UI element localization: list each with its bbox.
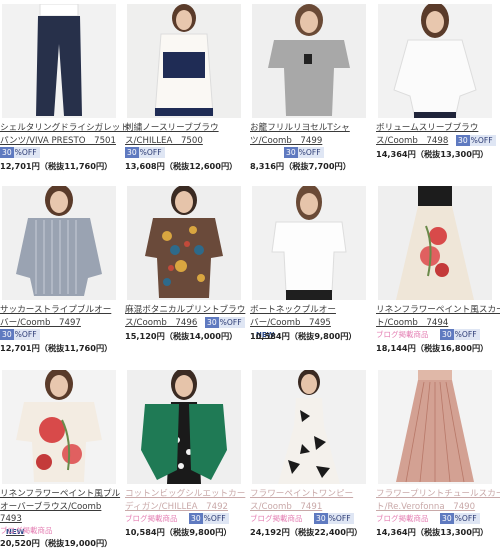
model-photo-flower-dress: [252, 370, 366, 484]
blog-featured-label: ブログ掲載商品: [376, 330, 429, 339]
product-title[interactable]: お籠フリルリヨセルTシャ ツ/Coomb 7499: [250, 122, 374, 147]
model-photo-cardigan: [127, 370, 241, 484]
product-title[interactable]: サッカーストライプブルオー バー/Coomb 7497: [0, 304, 124, 329]
product-image[interactable]: [378, 370, 492, 484]
tag-row: ブログ掲載商品: [0, 525, 124, 536]
discount-row: 30 %OFF: [205, 317, 249, 328]
product-title[interactable]: フラワープリントチュールスカー ト/Re.Verofonna 7490: [376, 488, 500, 513]
product-title[interactable]: リネンフラワーペイント風スカー ト/Coomb 7494: [376, 304, 500, 329]
product-image[interactable]: [252, 370, 366, 484]
discount-badge: 30 %OFF: [189, 513, 229, 524]
blog-featured-label: ブログ掲載商品: [376, 514, 429, 523]
product-title[interactable]: シェルタリングドライシガレット パンツ/VIVA PRESTO 7501: [0, 122, 129, 147]
discount-badge: 30 %OFF: [284, 147, 324, 158]
product-image[interactable]: [2, 186, 116, 300]
model-photo-blouse: [127, 4, 241, 118]
model-photo-pants: [2, 4, 116, 118]
discount-row: 30 %OFF: [456, 135, 500, 146]
product-price: 24,192円（税抜22,400円）: [250, 527, 363, 537]
discount-row: ブログ掲載商品 30 %OFF: [376, 513, 500, 524]
discount-row: 30 %OFF: [0, 147, 124, 158]
discount-badge: 30 %OFF: [125, 147, 165, 158]
product-image[interactable]: [252, 4, 366, 118]
model-photo-stripe-pullover: [2, 186, 116, 300]
product-image[interactable]: [127, 4, 241, 118]
discount-row: ブログ掲載商品 30 %OFF: [125, 513, 249, 524]
product-price: 13,608円（税抜12,600円）: [125, 161, 238, 171]
product-image[interactable]: [378, 186, 492, 300]
blog-featured-label: ブログ掲載商品: [0, 526, 53, 535]
discount-badge: 30 %OFF: [0, 147, 40, 158]
blog-featured-label: ブログ掲載商品: [125, 514, 178, 523]
product-price: 20,520円（税抜19,000円）: [0, 538, 113, 548]
product-image[interactable]: [2, 370, 116, 484]
discount-row: 30 %OFF: [250, 147, 374, 158]
product-price: 14,364円（税抜13,300円）: [376, 527, 489, 537]
product-image[interactable]: [378, 4, 492, 118]
discount-badge: 30 %OFF: [205, 317, 245, 328]
product-price: 12,701円（税抜11,760円）: [0, 343, 113, 353]
product-price: 14,364円（税抜13,300円）: [376, 149, 489, 159]
product-grid: シェルタリングドライシガレット パンツ/VIVA PRESTO 7501 30%…: [0, 0, 500, 552]
product-title[interactable]: 刺繍ノースリーブブラウ ス/CHILLEA 7500: [125, 122, 249, 147]
model-photo-botanical-blouse: [127, 186, 241, 300]
model-photo-flower-skirt: [378, 186, 492, 300]
discount-row: ブログ掲載商品 30 %OFF: [376, 329, 500, 340]
model-photo-flower-blouse: [2, 370, 116, 484]
product-image[interactable]: [2, 4, 116, 118]
product-title[interactable]: フラワーペイントワンピー ス/Coomb 7491: [250, 488, 374, 513]
model-photo-tshirt: [252, 4, 366, 118]
product-price: 15,120円（税抜14,000円）: [125, 331, 238, 341]
discount-row: 30 %OFF: [0, 329, 124, 340]
discount-badge: 30 %OFF: [440, 329, 480, 340]
product-price: 10,584円（税抜9,800円）: [125, 527, 232, 537]
blog-featured-label: ブログ掲載商品: [250, 514, 303, 523]
discount-badge: 30 %OFF: [440, 513, 480, 524]
product-price: 10,584円（税抜9,800円）: [250, 331, 357, 341]
discount-row: 30 %OFF: [125, 147, 249, 158]
model-photo-tulle-skirt: [378, 370, 492, 484]
product-price: 8,316円（税抜7,700円）: [250, 161, 351, 171]
product-title[interactable]: コットンビッグシルエットカー ディガン/CHILLEA 7492: [125, 488, 249, 513]
product-price: 18,144円（税抜16,800円）: [376, 343, 489, 353]
discount-badge: 30 %OFF: [456, 135, 496, 146]
model-photo-volume-blouse: [378, 4, 492, 118]
model-photo-boatneck: [252, 186, 366, 300]
discount-badge: 30 %OFF: [314, 513, 354, 524]
product-image[interactable]: [127, 186, 241, 300]
product-price: 12,701円（税抜11,760円）: [0, 161, 113, 171]
product-image[interactable]: [252, 186, 366, 300]
discount-row: ブログ掲載商品 30 %OFF: [250, 513, 374, 524]
discount-badge: 30 %OFF: [0, 329, 40, 340]
product-image[interactable]: [127, 370, 241, 484]
